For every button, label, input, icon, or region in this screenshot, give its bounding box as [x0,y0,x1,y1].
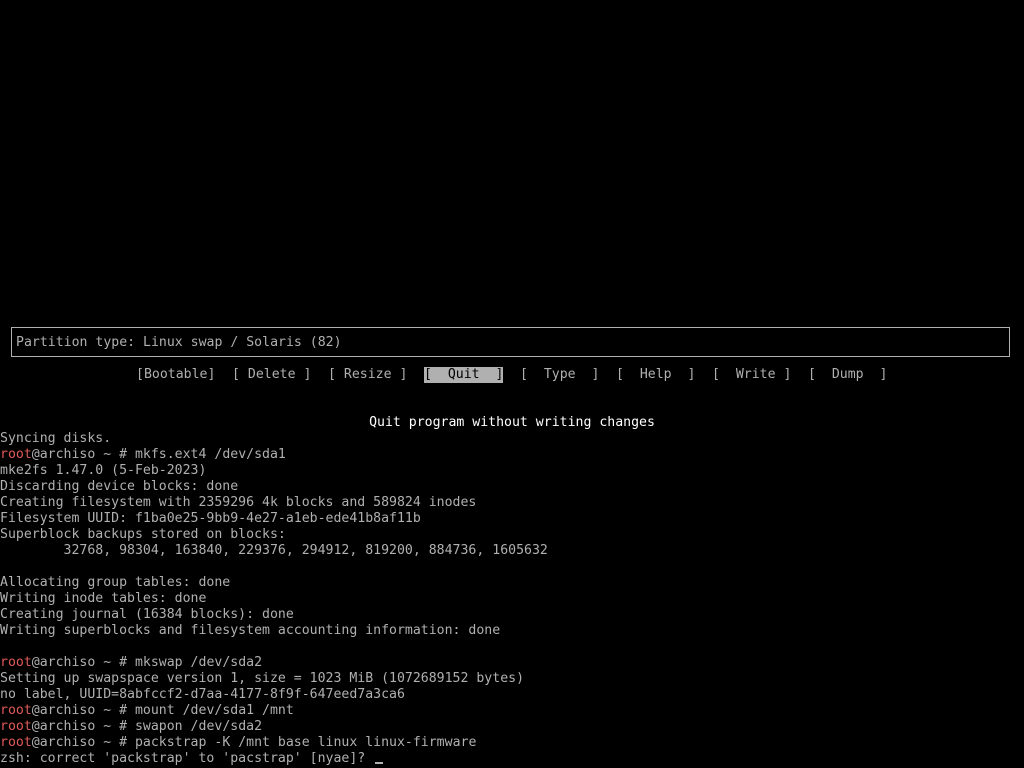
output-text: no label, UUID=8abfccf2-d7aa-4177-8f9f-6… [0,687,405,702]
output-line: Writing inode tables: done [0,591,206,607]
prompt-user: root [0,655,32,670]
output-text: Syncing disks. [0,431,112,446]
prompt-user: root [0,703,32,718]
partition-type-info: Partition type: Linux swap / Solaris (82… [16,335,342,350]
command-line: root@archiso ~ # mkfs.ext4 /dev/sda1 [0,447,286,463]
output-text: Setting up swapspace version 1, size = 1… [0,671,525,686]
output-line: Syncing disks. [0,431,111,447]
prompt-host: @archiso ~ # [31,735,135,750]
output-text: Creating filesystem with 2359296 4k bloc… [0,495,477,510]
output-line: Allocating group tables: done [0,575,230,591]
write-button[interactable]: [ Write ] [712,367,791,383]
terminal-screen[interactable]: Partition type: Linux swap / Solaris (82… [0,0,1024,768]
type-button[interactable]: [ Type ] [520,367,599,383]
output-text: Discarding device blocks: done [0,479,239,494]
prompt-user: root [0,719,32,734]
bootable-button[interactable]: [Bootable] [136,367,215,383]
command-line: root@archiso ~ # mkswap /dev/sda2 [0,655,262,671]
prompt-host: @archiso ~ # [31,655,135,670]
output-line: zsh: correct 'packstrap' to 'pacstrap' [… [0,751,384,767]
command-text: swapon /dev/sda2 [134,719,263,734]
output-line: Filesystem UUID: f1ba0e25-9bb9-4e27-a1eb… [0,511,421,527]
command-line: root@archiso ~ # swapon /dev/sda2 [0,719,262,735]
dump-button[interactable]: [ Dump ] [808,367,887,383]
output-line: Writing superblocks and filesystem accou… [0,623,500,639]
partition-info-box: Partition type: Linux swap / Solaris (82… [11,327,1010,357]
prompt-user: root [0,735,32,750]
output-text: Filesystem UUID: f1ba0e25-9bb9-4e27-a1eb… [0,511,421,526]
output-line: mke2fs 1.47.0 (5-Feb-2023) [0,463,206,479]
output-line: Setting up swapspace version 1, size = 1… [0,671,524,687]
command-line: root@archiso ~ # packstrap -K /mnt base … [0,735,476,751]
output-text: mke2fs 1.47.0 (5-Feb-2023) [0,463,207,478]
prompt-host: @archiso ~ # [31,703,135,718]
command-line: root@archiso ~ # mount /dev/sda1 /mnt [0,703,294,719]
command-text: mkswap /dev/sda2 [134,655,263,670]
output-text: 32768, 98304, 163840, 229376, 294912, 81… [0,543,548,558]
help-button[interactable]: [ Help ] [616,367,695,383]
output-text: Superblock backups stored on blocks: [0,527,286,542]
text-cursor [375,762,384,764]
output-text: Allocating group tables: done [0,575,231,590]
cfdisk-status-message: Quit program without writing changes [369,415,655,430]
quit-button[interactable]: [ Quit ] [424,367,504,383]
cfdisk-menu-bar: [Bootable] [ Delete ] [ Resize ] [ Quit … [0,367,1024,383]
output-text: Writing superblocks and filesystem accou… [0,623,501,638]
command-text: mkfs.ext4 /dev/sda1 [134,447,286,462]
command-text: mount /dev/sda1 /mnt [134,703,294,718]
output-text: Creating journal (16384 blocks): done [0,607,294,622]
output-line: Creating filesystem with 2359296 4k bloc… [0,495,476,511]
output-line: no label, UUID=8abfccf2-d7aa-4177-8f9f-6… [0,687,405,703]
output-line: Superblock backups stored on blocks: [0,527,286,543]
prompt-user: root [0,447,32,462]
output-text: zsh: correct 'packstrap' to 'pacstrap' [… [0,751,374,766]
output-line: 32768, 98304, 163840, 229376, 294912, 81… [0,543,548,559]
delete-button[interactable]: [ Delete ] [232,367,311,383]
resize-button[interactable]: [ Resize ] [328,367,407,383]
command-text: packstrap -K /mnt base linux linux-firmw… [134,735,477,750]
output-line: Discarding device blocks: done [0,479,238,495]
prompt-host: @archiso ~ # [31,447,135,462]
output-line: Creating journal (16384 blocks): done [0,607,294,623]
prompt-host: @archiso ~ # [31,719,135,734]
output-text: Writing inode tables: done [0,591,207,606]
